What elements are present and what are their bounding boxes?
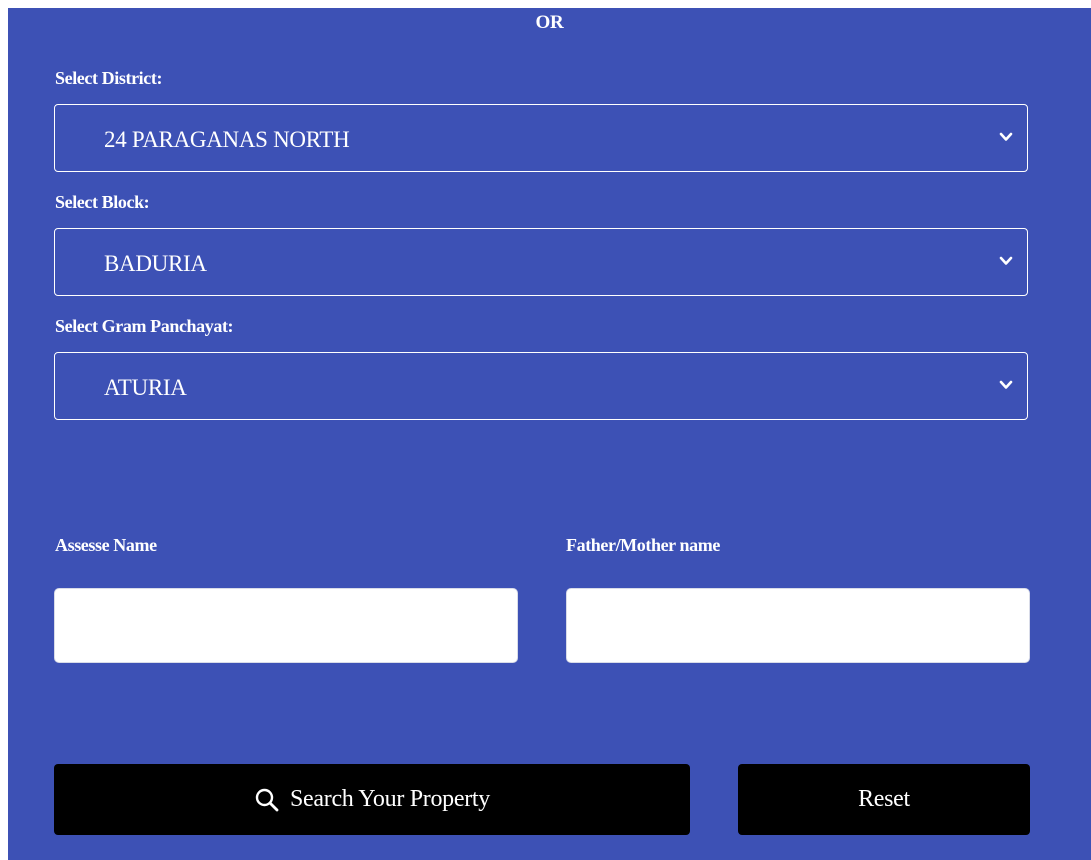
assesse-name-label: Assesse Name — [55, 535, 157, 555]
reset-button[interactable]: Reset — [738, 764, 1030, 835]
block-label: Select Block: — [55, 192, 150, 212]
search-property-button[interactable]: Search Your Property — [54, 764, 690, 835]
gram-panchayat-label: Select Gram Panchayat: — [55, 316, 234, 336]
gram-panchayat-select[interactable]: ATURIA — [54, 352, 1028, 420]
chevron-down-icon — [999, 132, 1013, 141]
district-select[interactable]: 24 PARAGANAS NORTH — [54, 104, 1028, 172]
gram-panchayat-selected-value: ATURIA — [104, 375, 187, 400]
parent-name-label: Father/Mother name — [566, 535, 720, 555]
district-selected-value: 24 PARAGANAS NORTH — [104, 127, 350, 152]
search-icon — [255, 788, 279, 811]
search-button-label: Search Your Property — [290, 786, 490, 812]
chevron-down-icon — [999, 380, 1013, 389]
search-form-panel: OR Select District: 24 PARAGANAS NORTH S… — [8, 8, 1091, 860]
or-separator: OR — [535, 12, 564, 33]
block-selected-value: BADURIA — [104, 251, 207, 276]
block-select[interactable]: BADURIA — [54, 228, 1028, 296]
reset-button-label: Reset — [858, 786, 910, 812]
district-label: Select District: — [55, 68, 163, 88]
parent-name-input[interactable] — [566, 588, 1030, 663]
assesse-name-input[interactable] — [54, 588, 518, 663]
chevron-down-icon — [999, 256, 1013, 265]
